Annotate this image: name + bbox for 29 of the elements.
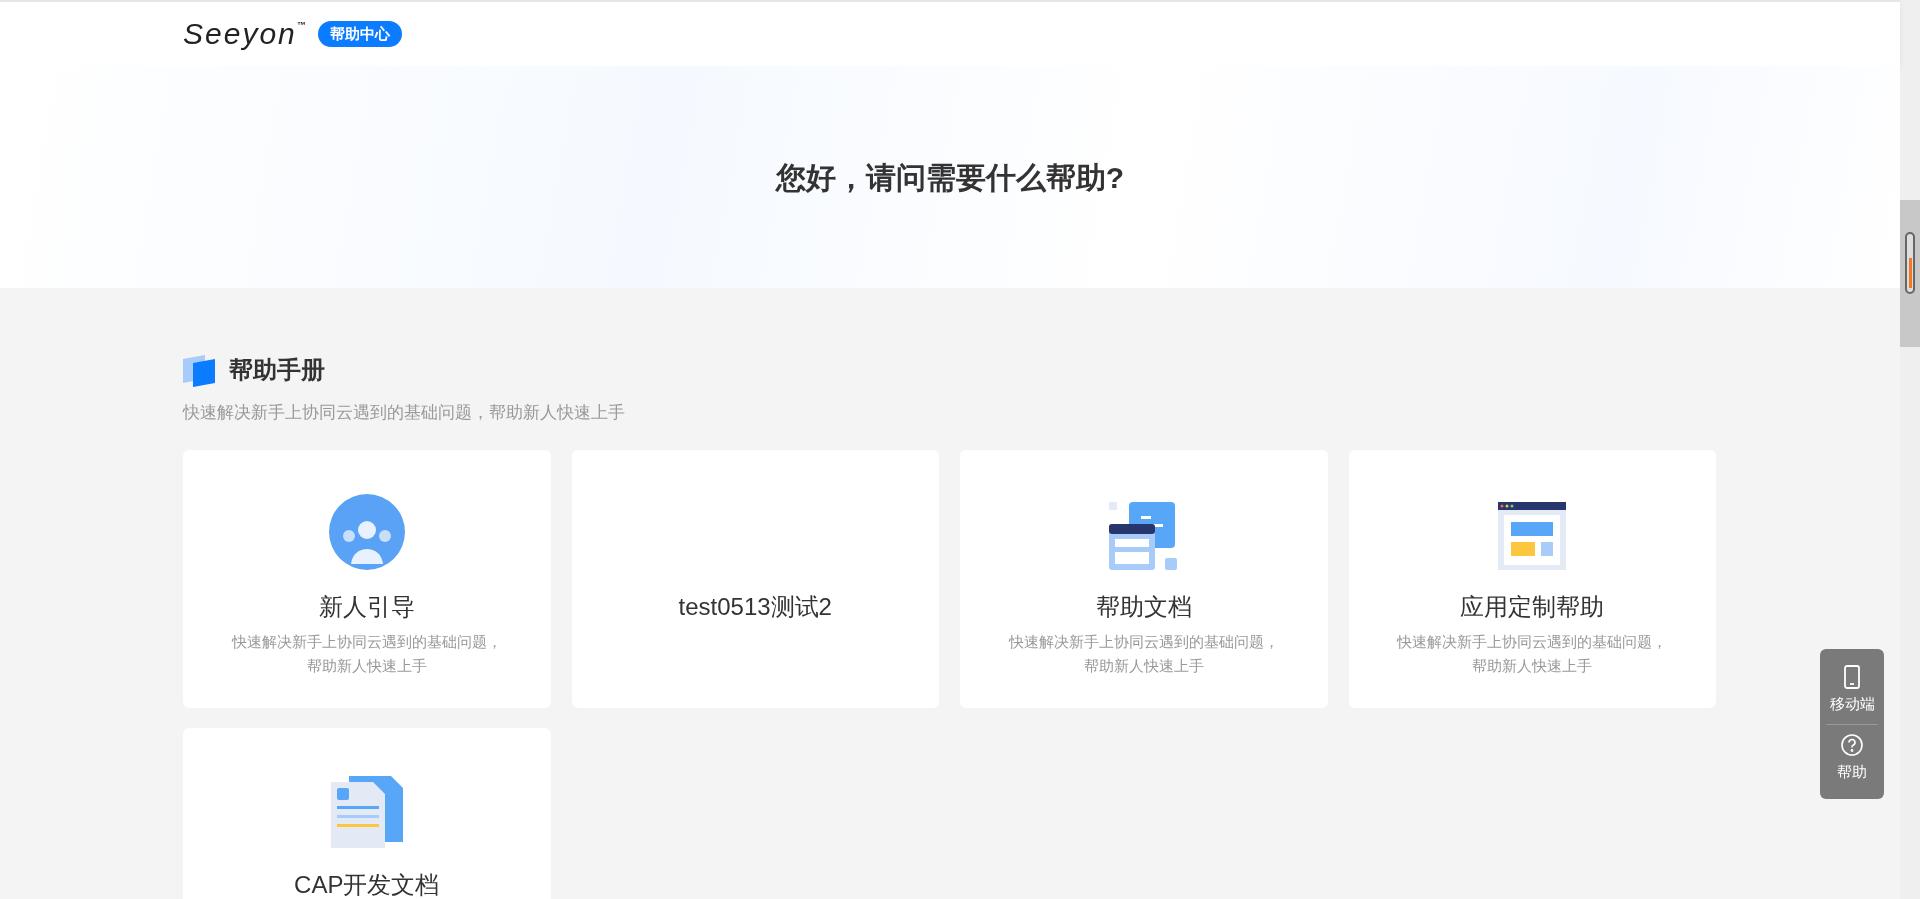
card-description: 快速解决新手上协同云遇到的基础问题，帮助新人快速上手 <box>1008 631 1279 676</box>
browser-window-icon <box>1498 501 1567 570</box>
card-title: 帮助文档 <box>1095 591 1192 622</box>
float-menu-item[interactable]: 帮助 <box>1826 723 1878 791</box>
hero-title: 您好，请问需要什么帮助? <box>775 159 1125 196</box>
scrollbar-thumb[interactable] <box>1905 232 1915 294</box>
help-card[interactable]: 帮助文档 快速解决新手上协同云遇到的基础问题，帮助新人快速上手 <box>960 449 1328 708</box>
section-title: 帮助手册 <box>229 355 325 385</box>
card-description: 快速解决新手上协同云遇到的基础问题，帮助新人快速上手 <box>1397 631 1668 676</box>
float-menu-item[interactable]: 移动端 <box>1826 657 1878 724</box>
help-card[interactable]: test0513测试2 <box>571 449 939 708</box>
card-description: 快速解决新手上协同云遇到的基础问题，帮助新人快速上手 <box>231 631 502 676</box>
help-card[interactable]: 新人引导 快速解决新手上协同云遇到的基础问题，帮助新人快速上手 <box>183 449 551 708</box>
card-title: 新人引导 <box>318 591 415 622</box>
help-center-badge: 帮助中心 <box>317 20 402 48</box>
card-title: 应用定制帮助 <box>1460 591 1605 622</box>
help-card[interactable]: CAP开发文档 <box>183 727 551 899</box>
help-card[interactable]: 应用定制帮助 快速解决新手上协同云遇到的基础问题，帮助新人快速上手 <box>1348 449 1716 708</box>
section-subtitle: 快速解决新手上协同云遇到的基础问题，帮助新人快速上手 <box>183 402 626 424</box>
logo[interactable]: Seeyon™ <box>183 19 306 49</box>
people-icon <box>328 493 405 570</box>
card-title: test0513测试2 <box>678 591 832 622</box>
help-icon <box>1840 732 1864 757</box>
documents-icon <box>330 775 403 848</box>
section-icon <box>183 353 217 387</box>
windows-icon <box>1108 501 1179 570</box>
phone-icon <box>1842 665 1862 689</box>
card-title: CAP开发文档 <box>294 869 440 899</box>
trademark: ™ <box>296 19 306 30</box>
